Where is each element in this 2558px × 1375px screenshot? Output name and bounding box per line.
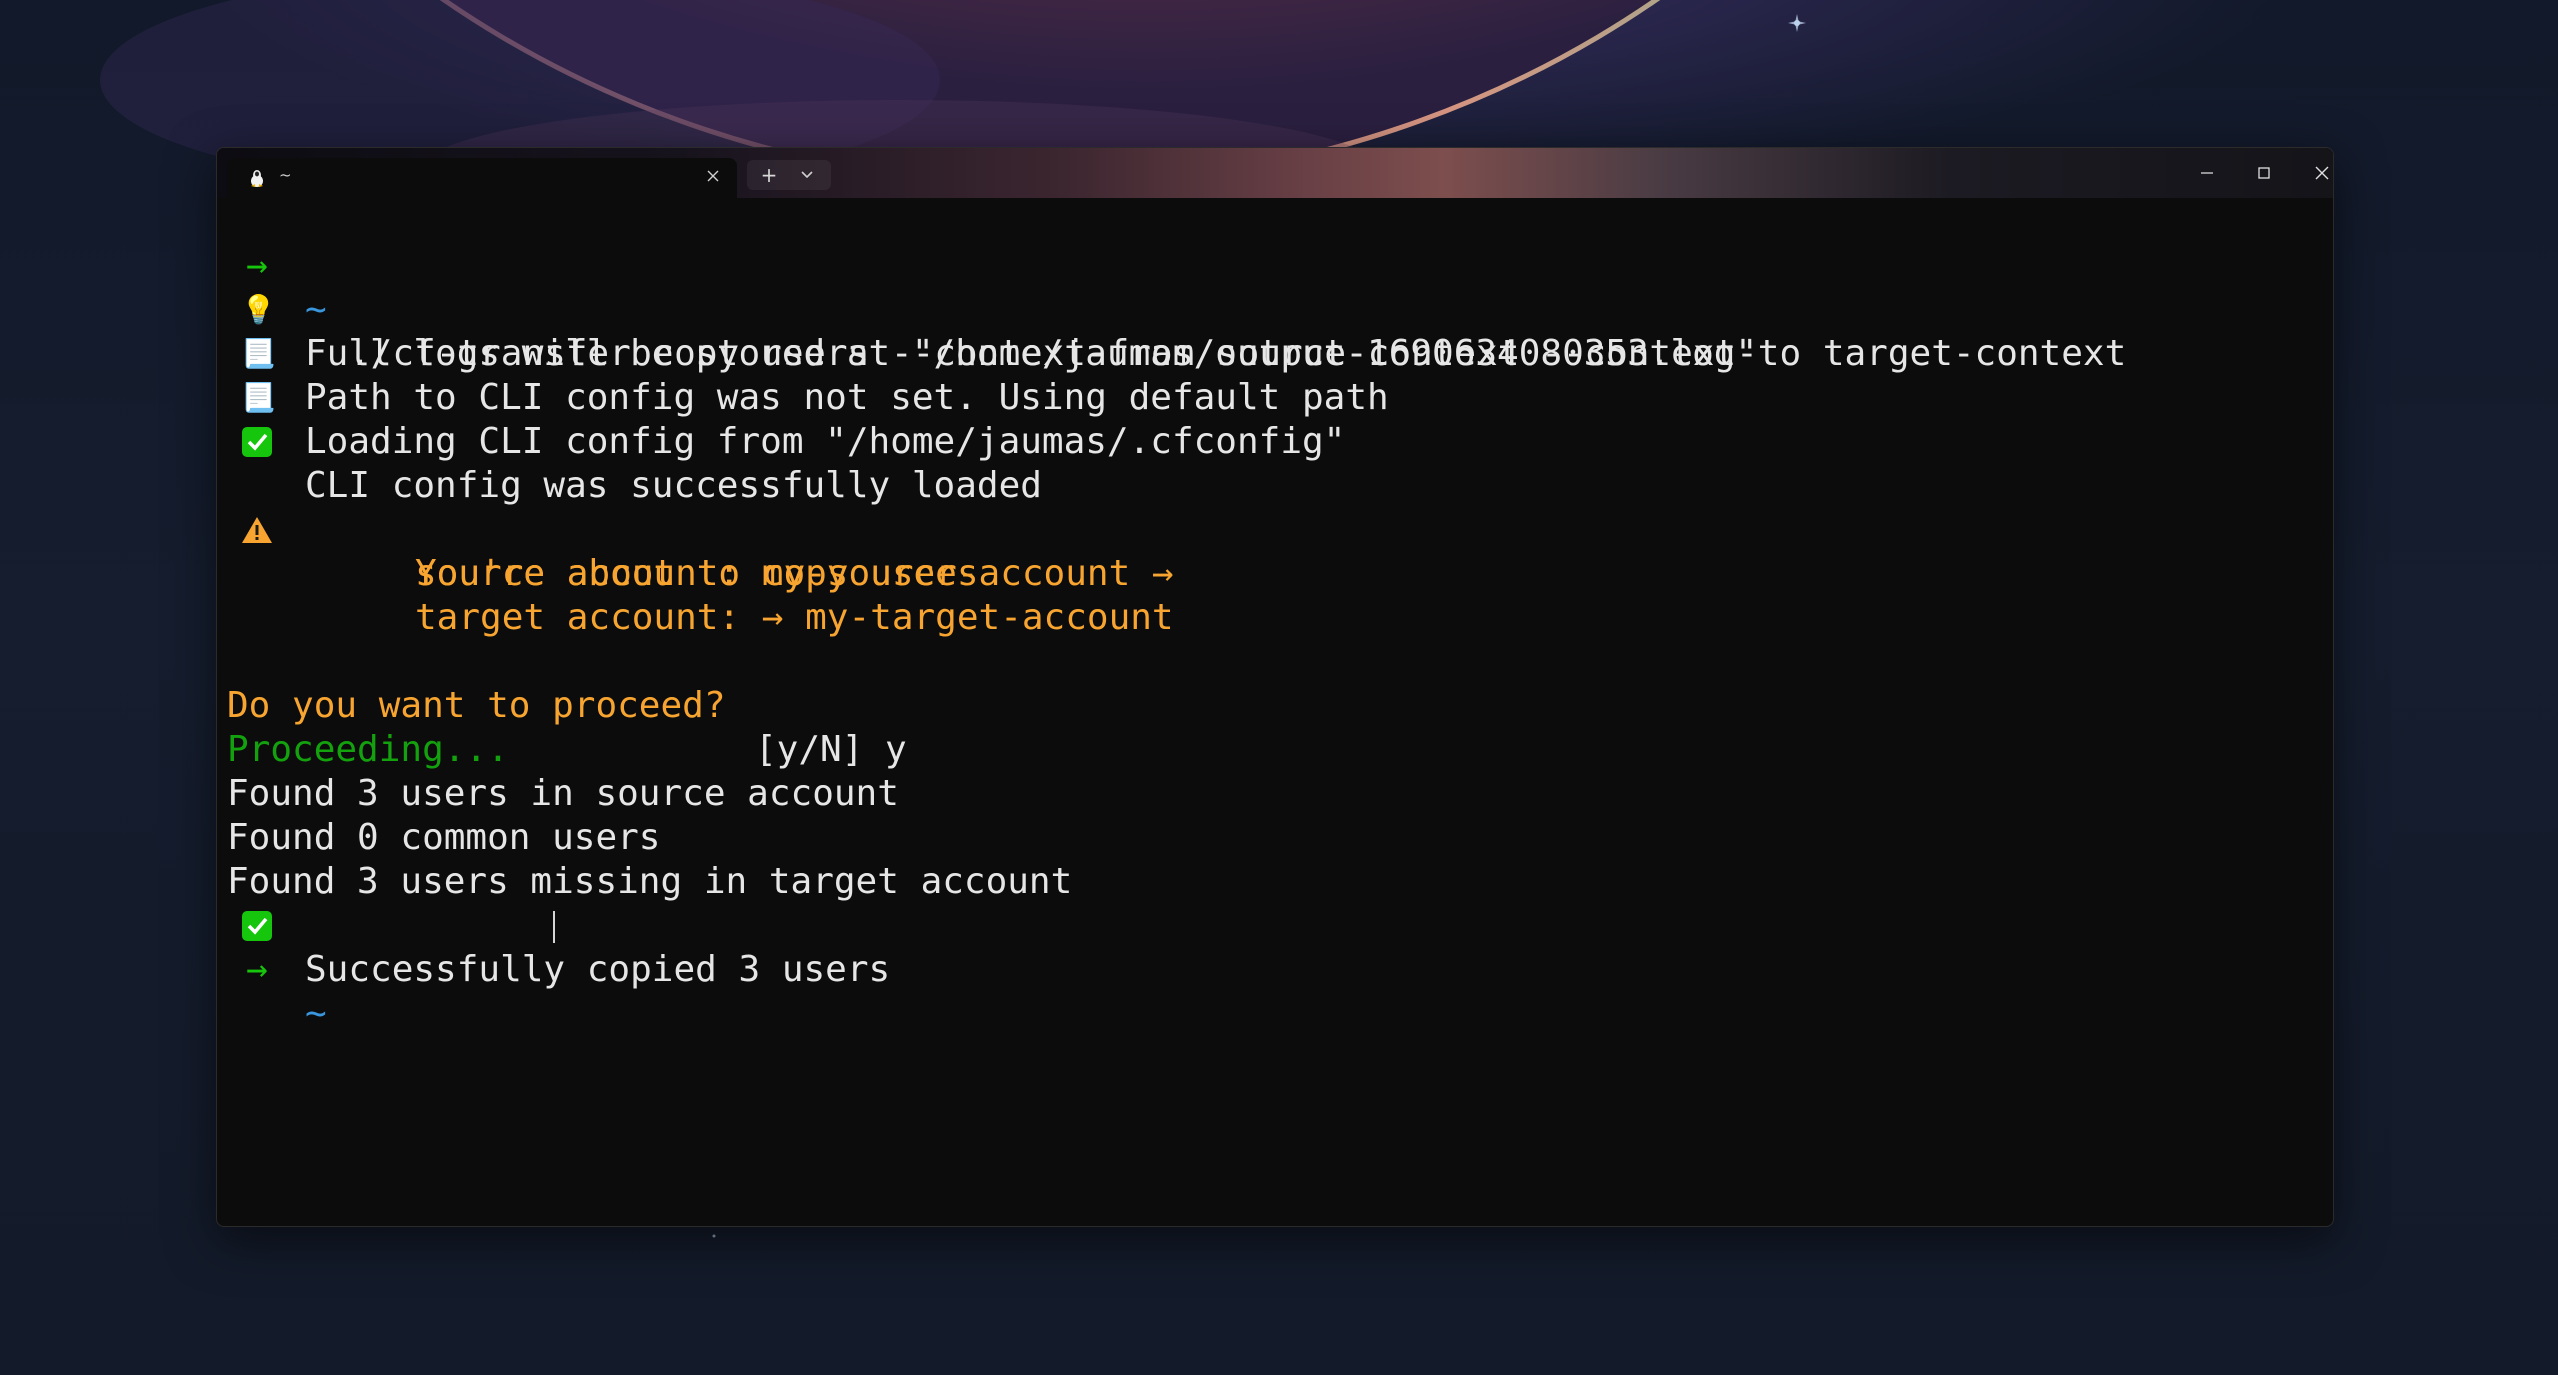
new-tab-group: + [747,160,831,190]
loading-config-text: Loading CLI config from "/home/jaumas/.c… [305,421,1346,462]
logs-text: Full logs will be stored at "/home/jauma… [305,333,1758,374]
minimize-button[interactable] [2187,156,2227,190]
copied-text: Successfully copied 3 users [305,949,891,990]
warning-line-target: target account: → my-target-account [227,552,1174,638]
minimize-icon [2201,172,2213,174]
close-window-button[interactable] [2302,156,2333,190]
found-missing-line: Found 3 users missing in target account [227,816,1072,902]
path-not-set-text: Path to CLI config was not set. Using de… [305,377,1389,418]
terminal-output[interactable]: → ~ ./cf-transfer copy users --context-f… [227,200,2317,1210]
command-line: → ~ ./cf-transfer copy users --context-f… [227,200,2126,374]
confirm-answer: [y/N] y [755,729,907,770]
title-bar: ~ + [217,148,2333,198]
prompt-arrow-icon: → [246,949,268,990]
proceeding-line: Proceeding... [227,684,509,770]
found-source-line: Found 3 users in source account [227,728,899,814]
warning-target-text: target account: → my-target-account [415,597,1174,638]
log-line-logs: 💡 Full logs will be stored at "/home/jau… [227,244,1757,374]
copied-line: Successfully copied 3 users [227,860,890,990]
text-cursor [553,911,555,943]
plus-icon: + [760,163,778,187]
check-mark-icon [242,427,272,457]
maximize-button[interactable] [2244,156,2284,190]
tab-terminal[interactable]: ~ [227,158,737,198]
maximize-icon [2258,167,2270,179]
config-loaded-text: CLI config was successfully loaded [305,465,1042,506]
linux-tux-icon [251,170,263,187]
prompt-tilde: ~ [305,993,327,1034]
warning-line-title: You're about to copy users [227,464,979,594]
confirm-line: Do you want to proceed? [y/N] y [227,640,907,770]
tab-close-button[interactable] [701,164,725,188]
prompt-line: → ~ [227,904,555,1034]
close-icon [707,170,719,182]
log-line-loading: 📃 Loading CLI config from "/home/jaumas/… [227,332,1345,462]
warning-source-text: source account: my-source-account → [415,553,1174,594]
new-tab-button[interactable]: + [753,162,785,188]
found-common-line: Found 0 common users [227,772,660,858]
close-icon [2315,166,2329,180]
chevron-down-icon [801,171,813,179]
log-line-loaded: CLI config was successfully loaded [227,376,1042,506]
terminal-window: ~ + → ~ ./cf-transfer copy users --conte… [216,147,2334,1227]
log-line-path: 📃 Path to CLI config was not set. Using … [227,288,1389,418]
tab-title: ~ [279,166,292,184]
profiles-dropdown-button[interactable] [791,162,823,188]
warning-line-source: source account: my-source-account → [227,508,1174,594]
